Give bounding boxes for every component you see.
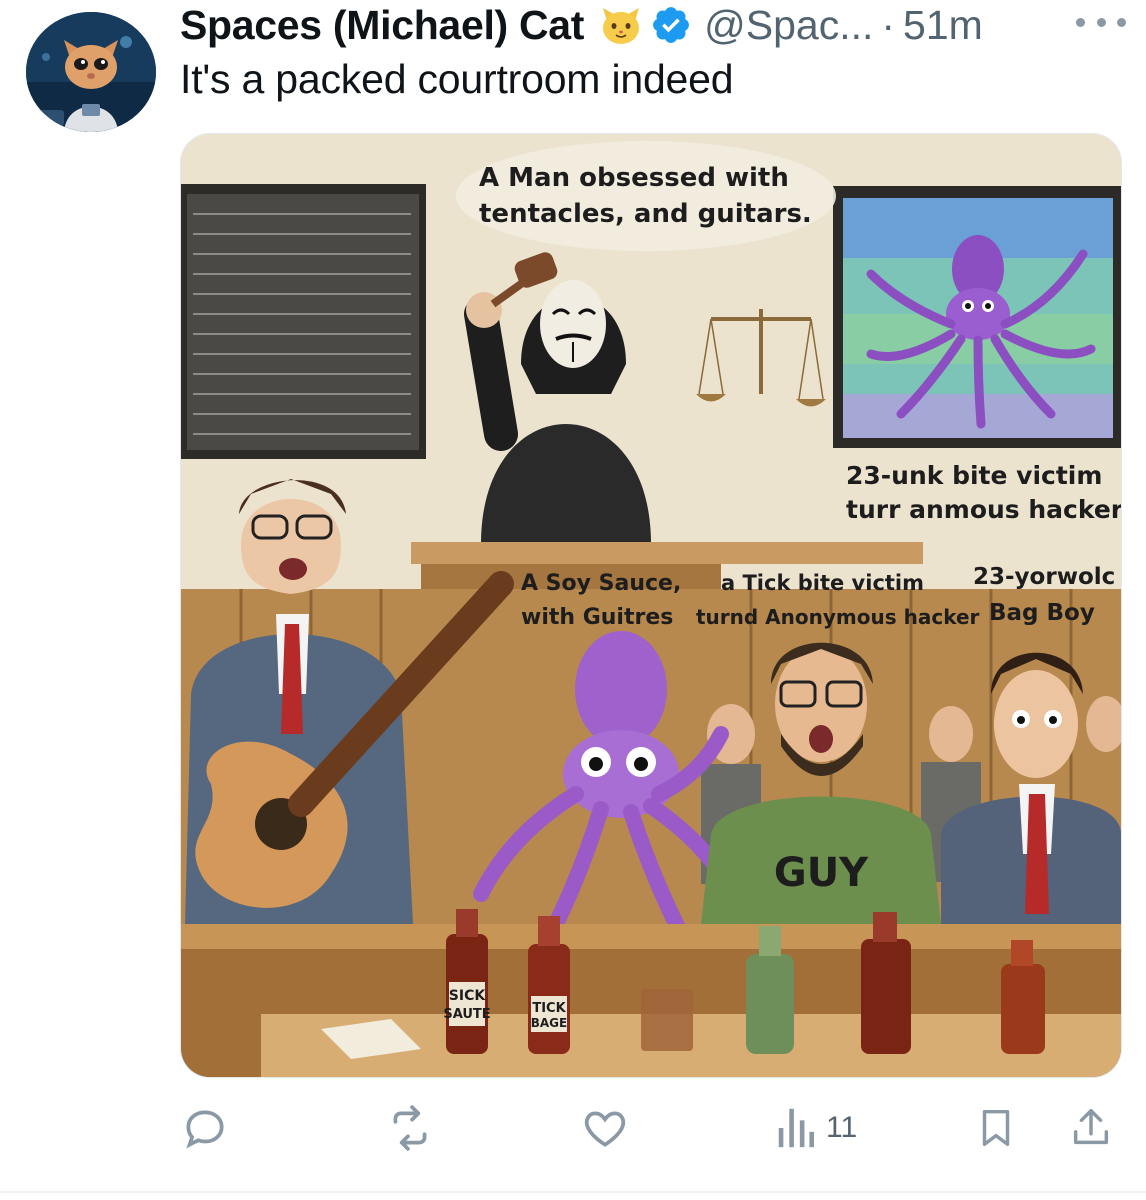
bubble-top-line2: tentacles, and guitars. [479, 199, 812, 229]
more-dots-icon[interactable] [1076, 10, 1126, 34]
handle[interactable]: @Spac... [704, 2, 873, 49]
avatar[interactable] [26, 12, 156, 132]
caption-tick-line1: a Tick bite victim [721, 571, 924, 595]
post: Spaces (Michael) Cat @Spac... · 51m It's… [0, 0, 1146, 1200]
bookmark-button[interactable] [973, 1100, 1019, 1156]
caption-right-line1: 23-unk bite victim [846, 461, 1102, 490]
divider [0, 1191, 1146, 1193]
post-text: It's a packed courtroom indeed [180, 56, 734, 102]
bookmark-icon [982, 1109, 1010, 1147]
like-button[interactable] [580, 1100, 630, 1156]
caption-bag-line2: Bag Boy [989, 600, 1095, 626]
bubble-top-line1: A Man obsessed with [479, 163, 789, 193]
bottle2-label-line1: TICK [532, 1001, 566, 1016]
repost-button[interactable] [385, 1100, 435, 1156]
caption-bag-line1: 23-yorwolc [973, 564, 1115, 590]
heart-icon [584, 1111, 626, 1147]
left-monitor [181, 184, 426, 459]
verified-badge-icon [650, 4, 692, 46]
timestamp[interactable]: 51m [903, 2, 983, 49]
right-monitor [833, 186, 1121, 448]
caption-soy-line1: A Soy Sauce, [521, 571, 681, 596]
caption-tick-line2: turnd Anonymous hacker [696, 605, 980, 629]
caption-right-line2: turr anmous hacker [846, 495, 1121, 524]
bottle1-label-line2: SAUTE [443, 1007, 490, 1022]
display-name[interactable]: Spaces (Michael) Cat [180, 2, 584, 49]
action-bar: 11 [180, 1100, 1120, 1160]
more-dot [1096, 17, 1106, 27]
post-header: Spaces (Michael) Cat @Spac... · 51m [180, 0, 983, 50]
cat-face-icon [598, 2, 644, 48]
speech-bubble-top: A Man obsessed with tentacles, and guita… [456, 141, 836, 251]
reply-icon [186, 1110, 224, 1149]
reply-button[interactable] [180, 1100, 230, 1156]
more-dot [1076, 17, 1085, 27]
shirt-text: GUY [774, 850, 869, 896]
bottle2-label-line2: BAGE [531, 1016, 567, 1030]
bottle1-label-line1: SICK [449, 988, 487, 1004]
separator-dot: · [881, 1, 896, 48]
views-button[interactable]: 11 [776, 1100, 857, 1156]
caption-soy-line2: with Guitres [521, 605, 673, 630]
views-bars-icon [778, 1108, 815, 1148]
share-icon [1073, 1109, 1109, 1145]
more-dot [1117, 17, 1126, 27]
avatar-cat-image [26, 12, 156, 132]
courtroom-illustration: GUY SICK SAUTE TICK BAGE A Man obsessed … [181, 134, 1121, 1077]
share-button[interactable] [1068, 1100, 1114, 1156]
post-image[interactable]: GUY SICK SAUTE TICK BAGE A Man obsessed … [180, 133, 1122, 1078]
repost-icon [393, 1105, 427, 1151]
views-count: 11 [826, 1111, 858, 1144]
